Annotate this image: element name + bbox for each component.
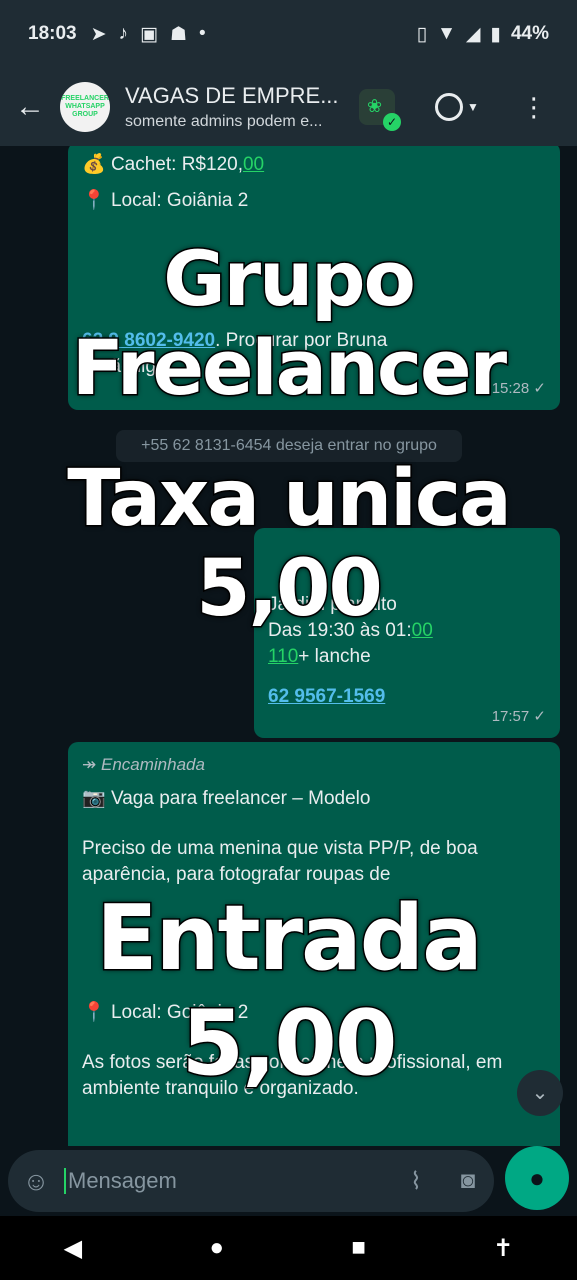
mic-icon: ● <box>529 1162 545 1193</box>
group-subtitle: somente admins podem e... <box>125 113 323 130</box>
group-title: VAGAS DE EMPRE... <box>125 83 339 108</box>
voice-chat-button[interactable]: ▼ <box>435 93 479 121</box>
attach-icon[interactable]: ⌇ <box>390 1167 442 1196</box>
battery-icon: ▮ <box>490 23 501 45</box>
message-input[interactable] <box>64 1168 390 1194</box>
phone-link[interactable]: 62 9567-1569 <box>268 686 385 707</box>
sent-check-icon: ✓ <box>533 708 546 725</box>
camera-emoji-icon: 📷 <box>82 788 106 809</box>
forwarded-label: Encaminhada <box>100 755 205 774</box>
group-info[interactable]: VAGAS DE EMPRE... somente admins podem e… <box>125 83 345 131</box>
android-icon: ☗ <box>169 23 188 45</box>
tiktok-icon: ♪ <box>118 23 129 44</box>
mic-button[interactable]: ● <box>505 1146 569 1210</box>
sticker-icon[interactable]: ☺ <box>8 1166 64 1197</box>
message-composer: ☺ ⌇ ◙ ● <box>0 1146 577 1216</box>
message-time: 17:57 <box>491 708 530 725</box>
bank-icon: ▣ <box>140 23 158 45</box>
status-time: 18:03 <box>28 23 77 44</box>
wifi-icon: ▼ <box>437 23 456 44</box>
voice-wave-icon <box>435 93 463 121</box>
pin-icon: 📍 <box>82 190 106 211</box>
group-avatar[interactable]: FREELANCER WHATSAPP GROUP <box>60 82 110 132</box>
telegram-icon: ➤ <box>90 23 107 45</box>
scroll-down-button[interactable]: ⌄ <box>517 1070 563 1116</box>
camera-icon[interactable]: ◙ <box>442 1167 494 1195</box>
chat-header: ← FREELANCER WHATSAPP GROUP VAGAS DE EMP… <box>0 68 577 146</box>
overlay-text-entry: Entrada 5,00 <box>95 885 485 1098</box>
accessibility-icon[interactable]: ✝ <box>493 1234 513 1263</box>
nav-home-icon[interactable]: ● <box>209 1234 224 1262</box>
overlay-text-group: Grupo Freelancer <box>70 233 508 414</box>
community-icon[interactable]: ❀ ✓ <box>359 89 401 131</box>
system-nav-bar: ◀ ● ■ ✝ <box>0 1216 577 1280</box>
check-icon: ✓ <box>383 113 401 131</box>
forward-icon: ↠ <box>82 755 97 774</box>
money-bag-icon: 💰 <box>82 154 106 175</box>
back-arrow-icon[interactable]: ← <box>0 90 60 124</box>
message-input-container: ☺ ⌇ ◙ <box>8 1150 494 1212</box>
chevron-down-icon: ▼ <box>467 100 479 114</box>
overlay-text-fee: Taxa unica 5,00 <box>66 453 514 636</box>
vibrate-icon: ▯ <box>416 23 428 45</box>
nav-back-icon[interactable]: ◀ <box>64 1234 82 1263</box>
dot-icon: • <box>199 23 206 44</box>
status-bar: 18:03 ➤ ♪ ▣ ☗ • ▯ ▼ ◢ ▮ 44% <box>0 0 577 68</box>
battery-level: 44% <box>510 23 549 44</box>
paw-icon: ❀ <box>367 96 383 116</box>
chat-area[interactable]: 💰 Cachet: R$120,00 📍 Local: Goiânia 2 62… <box>0 146 577 1146</box>
signal-icon: ◢ <box>465 23 481 45</box>
nav-recents-icon[interactable]: ■ <box>351 1234 366 1262</box>
more-options-icon[interactable]: ⋮ <box>521 94 547 120</box>
